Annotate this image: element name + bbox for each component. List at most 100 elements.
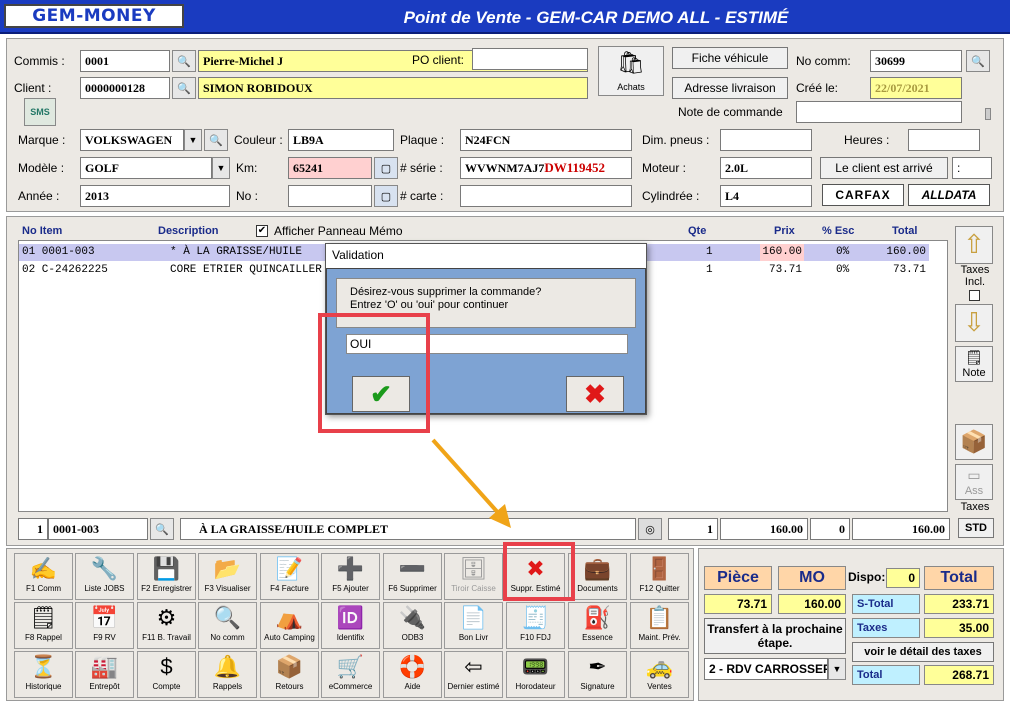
col-header-total[interactable]: Total — [892, 225, 917, 237]
toolbar-button-signature[interactable]: ✒ Signature — [568, 651, 627, 698]
no-history-button[interactable]: ▢ — [374, 185, 398, 207]
edit-prix-field[interactable]: 160.00 — [720, 518, 808, 540]
col-header-prix[interactable]: Prix — [774, 225, 795, 237]
tire-button[interactable]: ◎ — [638, 518, 662, 540]
toolbar-button-f3[interactable]: 📂 F3 Visualiser — [198, 553, 257, 600]
po-client-field[interactable] — [472, 48, 588, 70]
toolbar-button-f8[interactable]: 🗒 F8 Rappel — [14, 602, 73, 649]
toolbar-button-ecommerce[interactable]: 🛒 eCommerce — [321, 651, 380, 698]
toolbar-button-documents[interactable]: 💼 Documents — [568, 553, 627, 600]
km-history-button[interactable]: ▢ — [374, 157, 398, 179]
km-field[interactable]: 65241 — [288, 157, 372, 179]
toolbar-button-maint[interactable]: 📋 Maint. Prév. — [630, 602, 689, 649]
toolbar-button-essence[interactable]: ⛽ Essence — [568, 602, 627, 649]
taxes-incl-checkbox[interactable] — [969, 290, 980, 301]
total-header: Total — [924, 566, 994, 590]
toolbar-button-historique[interactable]: ⏳ Historique — [14, 651, 73, 698]
carte-field[interactable] — [460, 185, 632, 207]
toolbar-button-entrepot[interactable]: 🏭 Entrepôt — [75, 651, 134, 698]
toolbar-button-f12[interactable]: 🚪 F12 Quitter — [630, 553, 689, 600]
marque-dropdown-button[interactable]: ▼ — [184, 129, 202, 151]
toolbar-button-auto-camping[interactable]: ⛺ Auto Camping — [260, 602, 319, 649]
moteur-field[interactable]: 2.0L — [720, 157, 812, 179]
toolbar-button-aide[interactable]: 🛟 Aide — [383, 651, 442, 698]
modele-select[interactable]: GOLF — [80, 157, 212, 179]
cylindree-field[interactable]: L4 — [720, 185, 812, 207]
detail-taxes-button[interactable]: voir le détail des taxes — [852, 642, 994, 662]
sms-button[interactable]: SMS — [24, 98, 56, 126]
annee-field[interactable]: 2013 — [80, 185, 230, 207]
move-down-button[interactable]: ⇩ — [955, 304, 993, 342]
client-arrive-button[interactable]: Le client est arrivé — [820, 157, 948, 179]
note-commande-field[interactable] — [796, 101, 962, 123]
commis-code-field[interactable]: 0001 — [80, 50, 170, 72]
marque-select[interactable]: VOLKSWAGEN — [80, 129, 184, 151]
f8-label: F8 Rappel — [25, 633, 62, 642]
fiche-vehicule-button[interactable]: Fiche véhicule — [672, 47, 788, 69]
box-icon: 📦 — [960, 429, 988, 454]
toolbar-button-odb3[interactable]: 🔌 ODB3 — [383, 602, 442, 649]
marque-search-button[interactable]: 🔍 — [204, 129, 228, 151]
toolbar-button-ventes[interactable]: 🚕 Ventes — [630, 651, 689, 698]
col-header-description[interactable]: Description — [158, 225, 219, 237]
toolbar-button-rappels[interactable]: 🔔 Rappels — [198, 651, 257, 698]
edit-total-field[interactable]: 160.00 — [852, 518, 950, 540]
etape-dropdown-button[interactable]: ▼ — [828, 658, 846, 680]
box-button[interactable]: 📦 — [955, 424, 993, 460]
move-up-button[interactable]: ⇧ — [955, 226, 993, 264]
toolbar-button-retours[interactable]: 📦 Retours — [260, 651, 319, 698]
toolbar-button-f2[interactable]: 💾 F2 Enregistrer — [137, 553, 196, 600]
no-field[interactable] — [288, 185, 372, 207]
toolbar-button-f6[interactable]: ➖ F6 Supprimer — [383, 553, 442, 600]
toolbar-button-horodateur[interactable]: 📟 Horodateur — [506, 651, 565, 698]
toolbar-button-bon-livr[interactable]: 📄 Bon Livr — [444, 602, 503, 649]
client-name-field[interactable]: SIMON ROBIDOUX — [198, 77, 588, 99]
etape-select[interactable]: 2 - RDV CARROSSEF — [704, 658, 828, 680]
ass-button[interactable]: ▭ Ass — [955, 464, 993, 500]
plaque-field[interactable]: N24FCN — [460, 129, 632, 151]
note-button[interactable]: 🗒 Note — [955, 346, 993, 382]
couleur-field[interactable]: LB9A — [288, 129, 394, 151]
carfax-button[interactable]: CARFAX — [822, 184, 904, 206]
toolbar-button-nocomm[interactable]: 🔍 No comm — [198, 602, 257, 649]
client-code-field[interactable]: 0000000128 — [80, 77, 170, 99]
adresse-livraison-button[interactable]: Adresse livraison — [672, 77, 788, 99]
toolbar-button-f10[interactable]: 🧾 F10 FDJ — [506, 602, 565, 649]
toolbar-button-compte[interactable]: $ Compte — [137, 651, 196, 698]
toolbar-button-identifix[interactable]: 🆔 Identifix — [321, 602, 380, 649]
toolbar-button-tiroir[interactable]: 🗄 Tiroir Caisse — [444, 553, 503, 600]
arrive-time-field[interactable]: : — [952, 157, 992, 179]
col-header-esc[interactable]: % Esc — [822, 225, 854, 237]
commis-search-button[interactable]: 🔍 — [172, 50, 196, 72]
col-header-qte[interactable]: Qte — [688, 225, 706, 237]
memo-checkbox[interactable]: ✔ — [256, 225, 268, 237]
edit-item-search-button[interactable]: 🔍 — [150, 518, 174, 540]
toolbar-button-f4[interactable]: 📝 F4 Facture — [260, 553, 319, 600]
toolbar-button-dernier[interactable]: ⇦ Dernier estimé — [444, 651, 503, 698]
dim-pneus-field[interactable] — [720, 129, 812, 151]
dialog-message: Désirez-vous supprimer la commande? Entr… — [350, 286, 542, 311]
toolbar-button-f1[interactable]: ✍ F1 Comm — [14, 553, 73, 600]
edit-esc-field[interactable]: 0 — [810, 518, 850, 540]
heures-field[interactable] — [908, 129, 980, 151]
no-comm-search-button[interactable]: 🔍 — [966, 50, 990, 72]
modele-dropdown-button[interactable]: ▼ — [212, 157, 230, 179]
achats-button[interactable]: 🛍 Achats — [598, 46, 664, 96]
edit-description-field[interactable]: À LA GRAISSE/HUILE COMPLET — [180, 518, 636, 540]
edit-qte-field[interactable]: 1 — [668, 518, 718, 540]
client-search-button[interactable]: 🔍 — [172, 77, 196, 99]
toolbar-button-f5[interactable]: ➕ F5 Ajouter — [321, 553, 380, 600]
edit-item-code-field[interactable]: 0001-003 — [48, 518, 148, 540]
serie-field[interactable]: WVWNM7AJ7DW119452 — [460, 157, 632, 179]
no-comm-field[interactable]: 30699 — [870, 50, 962, 72]
std-button[interactable]: STD — [958, 518, 994, 538]
toolbar-button-liste-jobs[interactable]: 🔧 Liste JOBS — [75, 553, 134, 600]
dialog-cancel-button[interactable]: ✖ — [566, 376, 624, 412]
col-header-item[interactable]: No Item — [22, 225, 62, 237]
alldata-button[interactable]: ALLDATA — [908, 184, 990, 206]
resize-handle[interactable] — [985, 108, 991, 120]
toolbar-button-f9[interactable]: 📅 F9 RV — [75, 602, 134, 649]
f2-icon: 💾 — [152, 556, 181, 581]
transfert-button[interactable]: Transfert à la prochaine étape. — [704, 618, 846, 654]
toolbar-button-f11[interactable]: ⚙ F11 B. Travail — [137, 602, 196, 649]
